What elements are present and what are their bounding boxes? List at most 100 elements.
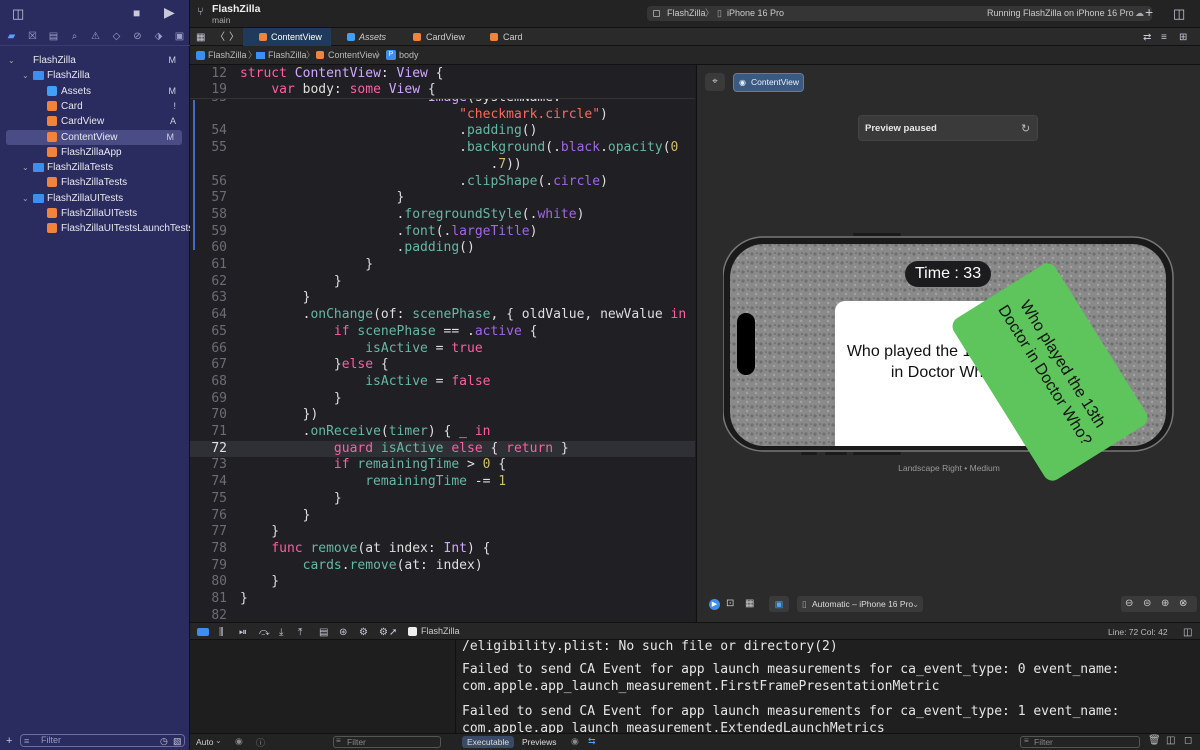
code-line[interactable]: 59 .font(.largeTitle) [190, 224, 695, 241]
simulate-icon[interactable]: ⚙ [379, 626, 388, 639]
view-hierarchy-icon[interactable]: ▤ [319, 626, 328, 639]
device-settings-icon[interactable]: ▣ [769, 596, 789, 612]
step-out-icon[interactable]: ⤒ [298, 626, 302, 639]
eye-icon[interactable]: ◉ [235, 736, 243, 747]
info-icon[interactable]: ⓘ [256, 736, 265, 749]
preview-chip[interactable]: ◉ ContentView [733, 73, 804, 92]
code-line[interactable]: 64 .onChange(of: scenePhase, { oldValue,… [190, 307, 695, 324]
code-line[interactable]: 73 if remainingTime > 0 { [190, 457, 695, 474]
bookmark-icon[interactable]: ▤ [48, 31, 59, 42]
maximize-icon[interactable]: ◻ [1184, 735, 1192, 746]
code-line[interactable]: 76 } [190, 508, 695, 525]
code-line[interactable]: 58 .foregroundStyle(.white) [190, 207, 695, 224]
chevron-down-icon[interactable]: ⌄ [22, 68, 29, 83]
code-line[interactable]: 63 } [190, 290, 695, 307]
code-line[interactable]: 65 if scenePhase == .active { [190, 324, 695, 341]
code-line[interactable]: 62 } [190, 274, 695, 291]
back-icon[interactable]: 〈 [215, 31, 225, 44]
memory-graph-icon[interactable]: ⊛ [339, 626, 347, 639]
step-over-icon[interactable]: ⤼ [259, 626, 270, 639]
navigator-item[interactable]: ContentView M [6, 129, 182, 145]
split-console-icon[interactable]: ◫ [1183, 626, 1192, 639]
continue-icon[interactable]: ⏯ [239, 626, 247, 639]
stop-button[interactable]: ■ [133, 7, 140, 20]
code-line[interactable]: 77 } [190, 524, 695, 541]
code-line[interactable]: 60 .padding() [190, 240, 695, 257]
device-selector[interactable]: iPhone 16 Pro [727, 6, 784, 21]
code-line[interactable]: 57 } [190, 190, 695, 207]
chevron-down-icon[interactable]: ⌄ [22, 191, 29, 206]
search-icon[interactable]: ⌕ [69, 31, 80, 42]
variants-icon[interactable]: ▦ [745, 598, 754, 609]
sticky-code-line[interactable]: 19 var body: some View { [190, 82, 695, 99]
preview-device-selector[interactable]: ▯ Automatic – iPhone 16 Pro ⌄ [797, 596, 923, 612]
code-line[interactable]: 61 } [190, 257, 695, 274]
navigator-item[interactable]: FlashZillaApp [0, 145, 190, 160]
code-line[interactable]: 72 guard isActive else { return } [190, 440, 695, 458]
code-line[interactable]: 66 isActive = true [190, 341, 695, 358]
code-line[interactable]: 68 isActive = false [190, 374, 695, 391]
trash-icon[interactable]: 🗑 [1148, 735, 1161, 746]
breakpoint-icon[interactable]: ⬗ [153, 31, 164, 42]
variables-scope-selector[interactable]: Auto [196, 737, 214, 747]
code-line[interactable]: 56 .clipShape(.circle) [190, 174, 695, 191]
debug-icon[interactable]: ⊘ [132, 31, 143, 42]
scm-filter-icon[interactable]: ▧ [173, 735, 182, 748]
split-editor-icon[interactable]: ⊞ [1179, 31, 1187, 44]
navigator-item[interactable]: ⌄ FlashZillaTests [0, 160, 190, 175]
tab-executable[interactable]: Executable [462, 736, 515, 748]
breadcrumb-item[interactable]: FlashZilla [208, 46, 247, 65]
code-line[interactable]: 55 .background(.black.opacity(0 [190, 140, 695, 157]
code-line[interactable]: "checkmark.circle") [190, 107, 695, 124]
code-editor[interactable]: 53 Image(systemName: "checkmark.circle")… [190, 65, 695, 622]
tab-card[interactable]: Card [478, 28, 538, 46]
inspector-toggle-icon[interactable]: ◫ [1173, 7, 1185, 20]
breakpoints-toggle-icon[interactable]: ⫼ [219, 626, 224, 639]
tab-cardview[interactable]: CardView [403, 28, 478, 46]
code-line[interactable]: 69 } [190, 391, 695, 408]
code-line[interactable]: 78 func remove(at index: Int) { [190, 541, 695, 558]
grid-icon[interactable]: ▦ [196, 31, 205, 44]
console-toggle-icon[interactable] [197, 628, 209, 636]
live-mode-icon[interactable]: ▶ [709, 599, 720, 610]
code-line[interactable]: 80 } [190, 574, 695, 591]
navigator-item[interactable]: Assets M [0, 84, 190, 99]
report-icon[interactable]: ▣ [174, 31, 185, 42]
refresh-icon[interactable]: ⇄ [1143, 31, 1151, 44]
code-line[interactable]: 67 }else { [190, 357, 695, 374]
code-line[interactable]: 75 } [190, 491, 695, 508]
chevron-down-icon[interactable]: ⌄ [22, 160, 29, 175]
recent-icon[interactable]: ◷ [160, 735, 168, 748]
console-mode-icon[interactable]: ⇆ [588, 736, 596, 747]
scheme-selector[interactable]: FlashZilla [667, 6, 706, 21]
chevron-down-icon[interactable]: ⌄ [8, 53, 15, 68]
zoom-actual-icon[interactable]: ⊜ [1143, 596, 1151, 612]
zoom-out-icon[interactable]: ⊖ [1125, 596, 1133, 612]
warning-icon[interactable]: ⚠ [90, 31, 101, 42]
navigator-item[interactable]: CardView A [0, 114, 190, 129]
sidebar-toggle-icon[interactable]: ◫ [12, 7, 24, 20]
environment-icon[interactable]: ⚙ [359, 626, 368, 639]
add-icon[interactable]: + [6, 735, 12, 748]
selectable-mode-icon[interactable]: ⊡ [726, 598, 734, 609]
sticky-code-line[interactable]: 12 struct ContentView: View { [190, 66, 695, 83]
folder-icon[interactable]: ▰ [6, 31, 17, 42]
code-line[interactable]: 82 [190, 608, 695, 622]
split-view-icon[interactable]: ◫ [1166, 735, 1175, 746]
tab-previews[interactable]: Previews [517, 736, 561, 748]
code-line[interactable]: .7)) [190, 157, 695, 174]
add-icon[interactable]: + [1145, 5, 1153, 19]
code-line[interactable]: 71 .onReceive(timer) { _ in [190, 424, 695, 441]
code-line[interactable]: 79 cards.remove(at: index) [190, 558, 695, 575]
navigator-item[interactable]: ⌄ FlashZilla M [0, 53, 190, 68]
zoom-in-icon[interactable]: ⊕ [1161, 596, 1169, 612]
pin-icon[interactable]: ⌖ [705, 73, 725, 91]
test-icon[interactable]: ◇ [111, 31, 122, 42]
variables-filter-input[interactable]: Filter [333, 736, 441, 748]
code-line[interactable]: 54 .padding() [190, 123, 695, 140]
tab-contentview[interactable]: ContentView [243, 28, 331, 46]
navigator-item[interactable]: FlashZillaUITests [0, 206, 190, 221]
code-line[interactable]: 81} [190, 591, 695, 608]
code-line[interactable]: 70 }) [190, 407, 695, 424]
code-line[interactable]: 74 remainingTime -= 1 [190, 474, 695, 491]
